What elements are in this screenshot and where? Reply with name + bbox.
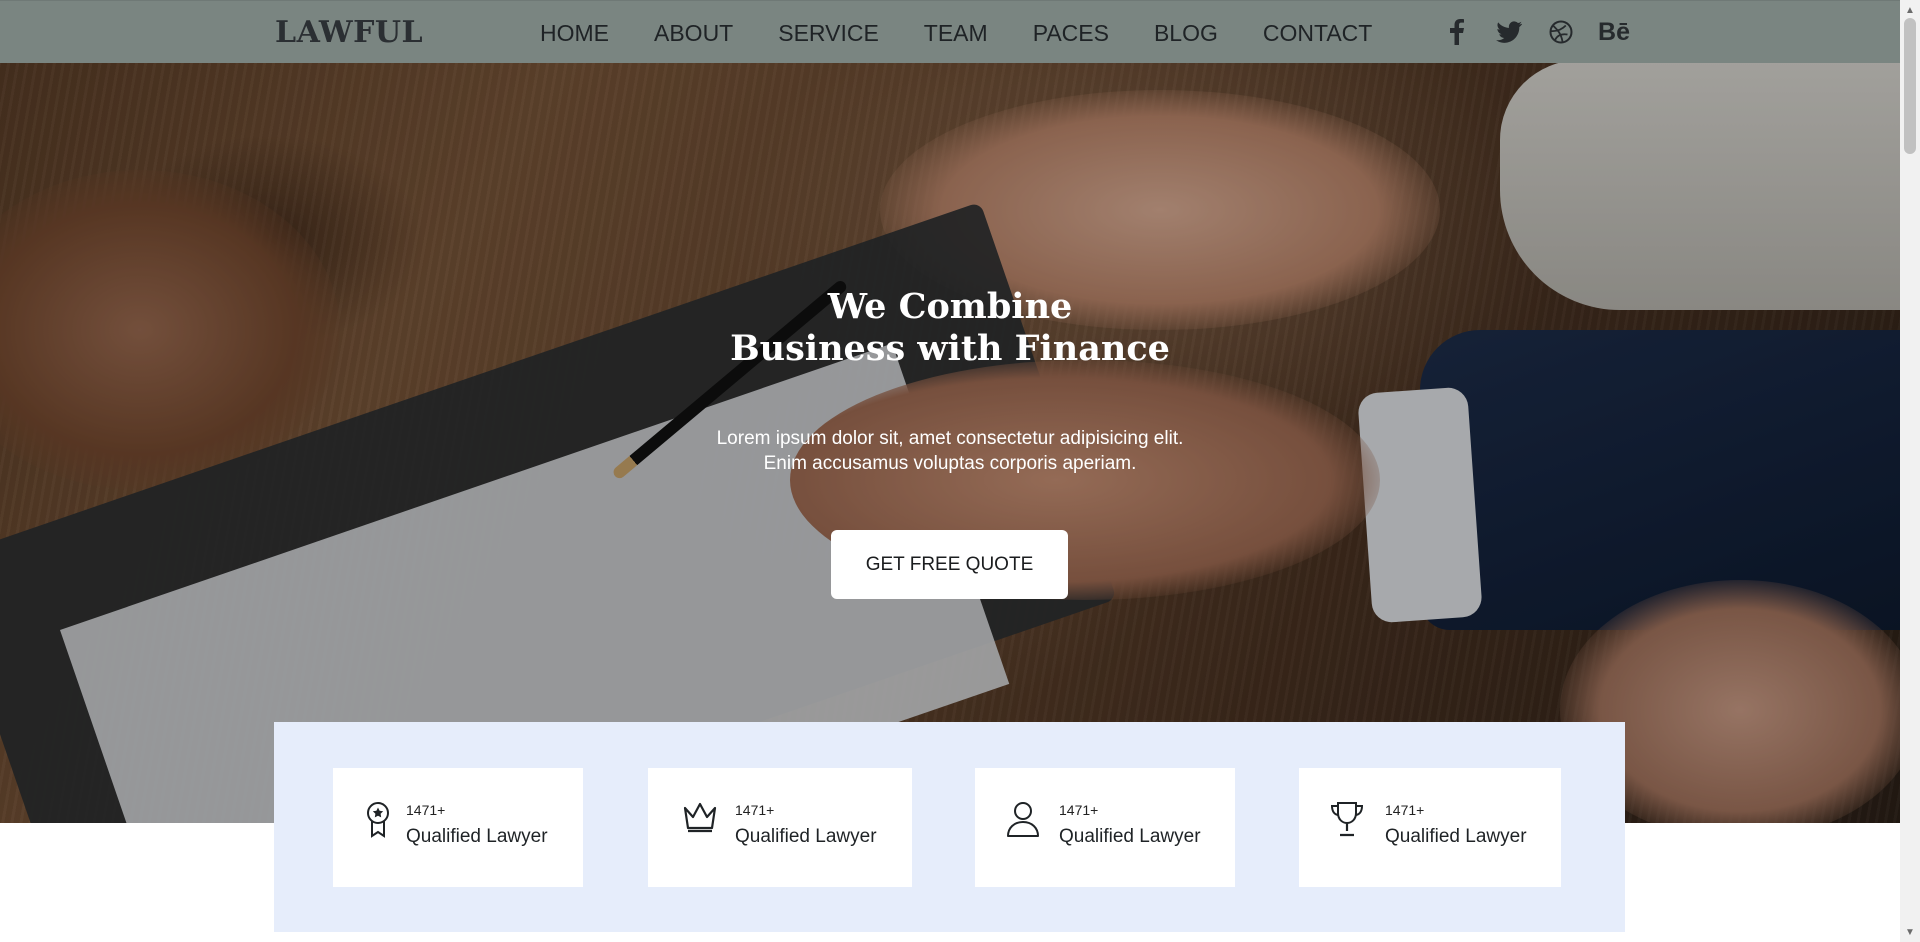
nav-item-service[interactable]: SERVICE — [778, 20, 879, 47]
main-nav: HOME ABOUT SERVICE TEAM PACES BLOG CONTA… — [540, 20, 1417, 47]
facebook-icon[interactable] — [1440, 17, 1474, 47]
scroll-up-arrow-icon[interactable]: ▲ — [1900, 2, 1920, 18]
crown-icon — [682, 800, 718, 838]
user-icon — [1005, 800, 1041, 838]
stat-count: 1471+ — [735, 802, 775, 818]
stat-count: 1471+ — [1385, 802, 1425, 818]
nav-item-contact[interactable]: CONTACT — [1263, 20, 1372, 47]
scroll-down-arrow-icon[interactable]: ▼ — [1900, 924, 1920, 940]
stat-card: 1471+ Qualified Lawyer — [333, 768, 583, 887]
get-free-quote-button[interactable]: GET FREE QUOTE — [831, 530, 1068, 599]
nav-item-about[interactable]: ABOUT — [654, 20, 733, 47]
hero-title-line-2: Business with Finance — [730, 328, 1170, 369]
stats-panel: 1471+ Qualified Lawyer 1471+ Qualified L… — [274, 722, 1625, 932]
twitter-icon[interactable] — [1492, 17, 1526, 47]
scrollbar-thumb[interactable] — [1904, 18, 1916, 154]
nav-item-home[interactable]: HOME — [540, 20, 609, 47]
stat-card: 1471+ Qualified Lawyer — [1299, 768, 1561, 887]
stat-card: 1471+ Qualified Lawyer — [648, 768, 912, 887]
stat-label: Qualified Lawyer — [735, 826, 877, 847]
nav-item-team[interactable]: TEAM — [924, 20, 988, 47]
hero-title: We Combine Business with Finance — [0, 286, 1900, 370]
stat-text: 1471+ Qualified Lawyer — [406, 802, 548, 848]
hero-subtitle-line-1: Lorem ipsum dolor sit, amet consectetur … — [716, 428, 1184, 449]
stat-label: Qualified Lawyer — [406, 826, 548, 847]
hero-overlay — [0, 0, 1900, 823]
nav-item-paces[interactable]: PACES — [1033, 20, 1109, 47]
social-links: Bē — [1440, 17, 1648, 47]
hero-subtitle-line-2: Enim accusamus voluptas corporis aperiam… — [763, 453, 1137, 474]
dribbble-icon[interactable] — [1544, 17, 1578, 47]
stat-label: Qualified Lawyer — [1385, 826, 1527, 847]
stat-count: 1471+ — [1059, 802, 1099, 818]
hero-subtitle: Lorem ipsum dolor sit, amet consectetur … — [0, 426, 1900, 476]
site-logo[interactable]: LAWFUL — [275, 15, 423, 50]
award-medal-icon — [363, 800, 393, 838]
top-navbar: LAWFUL HOME ABOUT SERVICE TEAM PACES BLO… — [0, 0, 1900, 63]
stat-text: 1471+ Qualified Lawyer — [1059, 802, 1201, 848]
stat-text: 1471+ Qualified Lawyer — [1385, 802, 1527, 848]
nav-item-blog[interactable]: BLOG — [1154, 20, 1218, 47]
stat-card: 1471+ Qualified Lawyer — [975, 768, 1235, 887]
page-scrollbar[interactable]: ▲ ▼ — [1900, 0, 1920, 942]
hero-background-image — [0, 0, 1900, 823]
hero-title-line-1: We Combine — [827, 286, 1073, 327]
trophy-icon — [1329, 800, 1365, 838]
stat-label: Qualified Lawyer — [1059, 826, 1201, 847]
behance-icon[interactable]: Bē — [1596, 17, 1630, 47]
stat-count: 1471+ — [406, 802, 446, 818]
stat-text: 1471+ Qualified Lawyer — [735, 802, 877, 848]
